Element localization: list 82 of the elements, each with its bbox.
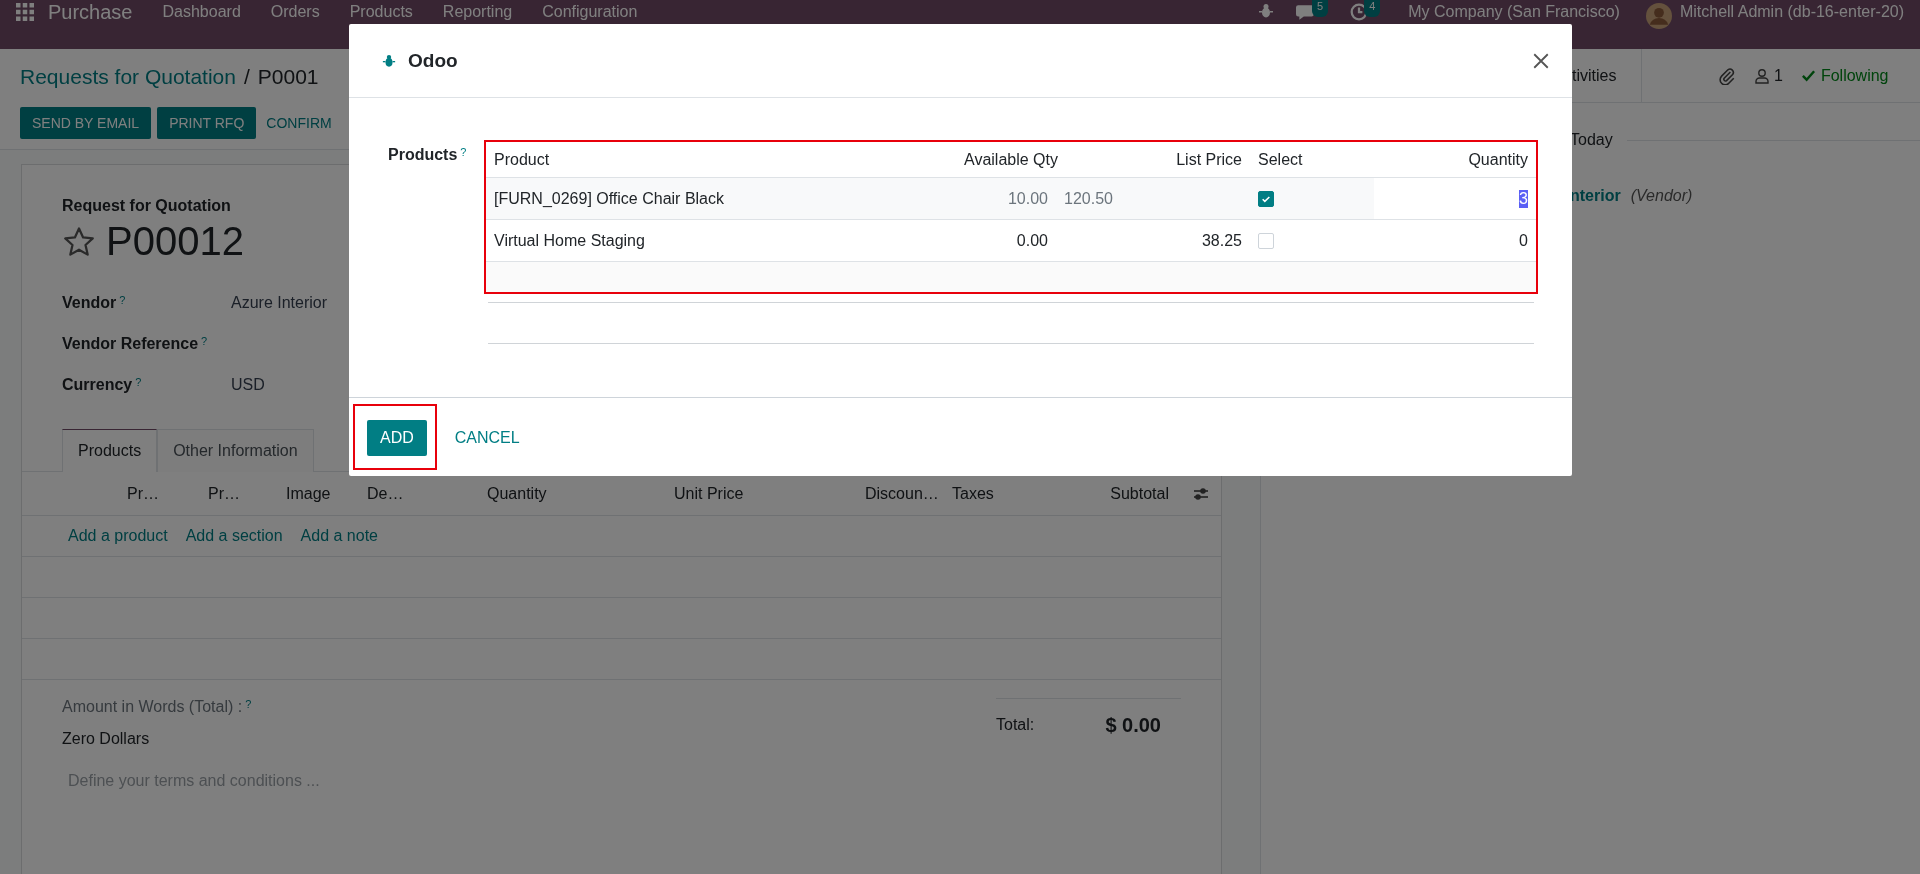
column-header[interactable]: Select (1250, 150, 1374, 169)
star-icon[interactable] (62, 224, 96, 259)
company-name[interactable]: My Company (San Francisco) (1408, 2, 1620, 22)
column-header[interactable]: Available Qty (956, 150, 1056, 169)
field-label: Currency (62, 375, 133, 394)
nav-menu-item[interactable]: Dashboard (162, 2, 241, 22)
quantity-input[interactable]: 3 (1519, 189, 1528, 208)
breadcrumb-link[interactable]: Requests for Quotation (20, 65, 236, 89)
amount-in-words-value: Zero Dollars (62, 730, 151, 748)
column-header[interactable]: Image (286, 484, 367, 503)
bug-icon[interactable] (382, 53, 396, 68)
message-author[interactable]: nterior (1570, 187, 1621, 205)
notebook-tab[interactable]: Other Information (157, 429, 314, 472)
sliders-icon[interactable] (1193, 485, 1209, 502)
table-cell-text: 38.25 (1200, 231, 1243, 250)
activities-button[interactable]: tivities (1572, 66, 1617, 85)
table-cell-text: 120.50 (1063, 189, 1114, 208)
column-header[interactable]: Unit Price (674, 484, 865, 503)
add-line-link[interactable]: Add a product (68, 527, 168, 545)
table-cell-text: 10.00 (1006, 189, 1049, 208)
add-line-link[interactable]: Add a note (300, 527, 378, 545)
user-name[interactable]: Mitchell Admin (db-16-enter-20) (1679, 2, 1904, 22)
total-amount: $ 0.00 (1105, 713, 1161, 737)
table-row[interactable]: [FURN_0269] Office Chair Black 10.00 120.50 3 (486, 178, 1536, 220)
field-label: Vendor (62, 293, 117, 312)
column-header[interactable]: Pr… (208, 484, 286, 503)
activity-count-badge: 4 (1364, 0, 1381, 17)
nav-menu-item[interactable]: Reporting (442, 2, 513, 22)
following-button[interactable]: Following (1794, 65, 1895, 86)
breadcrumb-separator: / (243, 65, 250, 89)
help-mark[interactable]: ? (135, 375, 142, 388)
action-button[interactable]: SEND BY EMAIL (20, 107, 152, 139)
action-button[interactable]: PRINT RFQ (157, 107, 257, 139)
quantity-input[interactable]: 0 (1519, 231, 1528, 249)
column-header[interactable]: Pr… (127, 484, 208, 503)
column-header[interactable]: Taxes (952, 484, 1049, 503)
apps-menu-icon[interactable] (16, 3, 34, 21)
nav-menu-item[interactable]: Configuration (542, 2, 638, 22)
avatar-icon[interactable] (1645, 3, 1672, 29)
nav-menu-item[interactable]: Products (349, 2, 413, 22)
column-header[interactable]: Subtotal (1110, 484, 1169, 503)
dialog-button[interactable]: ADD (367, 420, 427, 456)
field-value[interactable]: USD (231, 375, 265, 394)
help-mark[interactable]: ? (460, 146, 467, 158)
check-icon (1800, 68, 1816, 83)
table-cell-text: Virtual Home Staging (493, 231, 646, 250)
field-label: Products (388, 146, 458, 164)
breadcrumb-current: P0001 (257, 65, 319, 89)
field-value[interactable]: Azure Interior (231, 293, 328, 312)
message-count-badge: 5 (1312, 0, 1329, 17)
checkbox[interactable] (1258, 191, 1274, 208)
close-icon[interactable] (1532, 51, 1550, 70)
total-label: Total: (996, 716, 1035, 734)
notebook-tab[interactable]: Products (62, 429, 158, 472)
help-mark[interactable]: ? (201, 334, 208, 347)
record-name: P00012 (106, 219, 244, 264)
column-header[interactable]: Product (486, 150, 956, 169)
app-name[interactable]: Purchase (48, 2, 133, 22)
paperclip-icon[interactable] (1718, 66, 1736, 85)
table-cell-text: [FURN_0269] Office Chair Black (493, 189, 725, 208)
column-header[interactable]: Quantity (1374, 150, 1536, 169)
bug-icon[interactable] (1258, 3, 1275, 19)
column-header[interactable]: Quantity (487, 484, 674, 503)
table-cell-text: 0.00 (1015, 231, 1049, 250)
dialog-button[interactable]: CANCEL (454, 420, 520, 456)
help-mark[interactable]: ? (119, 293, 126, 306)
field-label: Vendor Reference (62, 334, 199, 353)
add-line-link[interactable]: Add a section (185, 527, 283, 545)
check-icon (1261, 194, 1271, 205)
person-icon[interactable] (1754, 67, 1770, 84)
clock-icon[interactable] (1350, 3, 1369, 21)
dialog-title: Odoo (408, 49, 458, 72)
record-type-label: Request for Quotation (62, 197, 231, 215)
amount-in-words-label: Amount in Words (Total) : (62, 698, 243, 716)
follower-count[interactable]: 1 (1774, 66, 1783, 85)
column-header[interactable]: De… (367, 484, 487, 503)
author-role: (Vendor) (1630, 187, 1693, 205)
column-header[interactable]: Discoun… (865, 484, 952, 503)
date-separator: Today (1570, 131, 1613, 149)
help-mark[interactable]: ? (245, 698, 252, 710)
nav-menu-item[interactable]: Orders (270, 2, 320, 22)
action-button[interactable]: CONFIRM (262, 107, 336, 139)
